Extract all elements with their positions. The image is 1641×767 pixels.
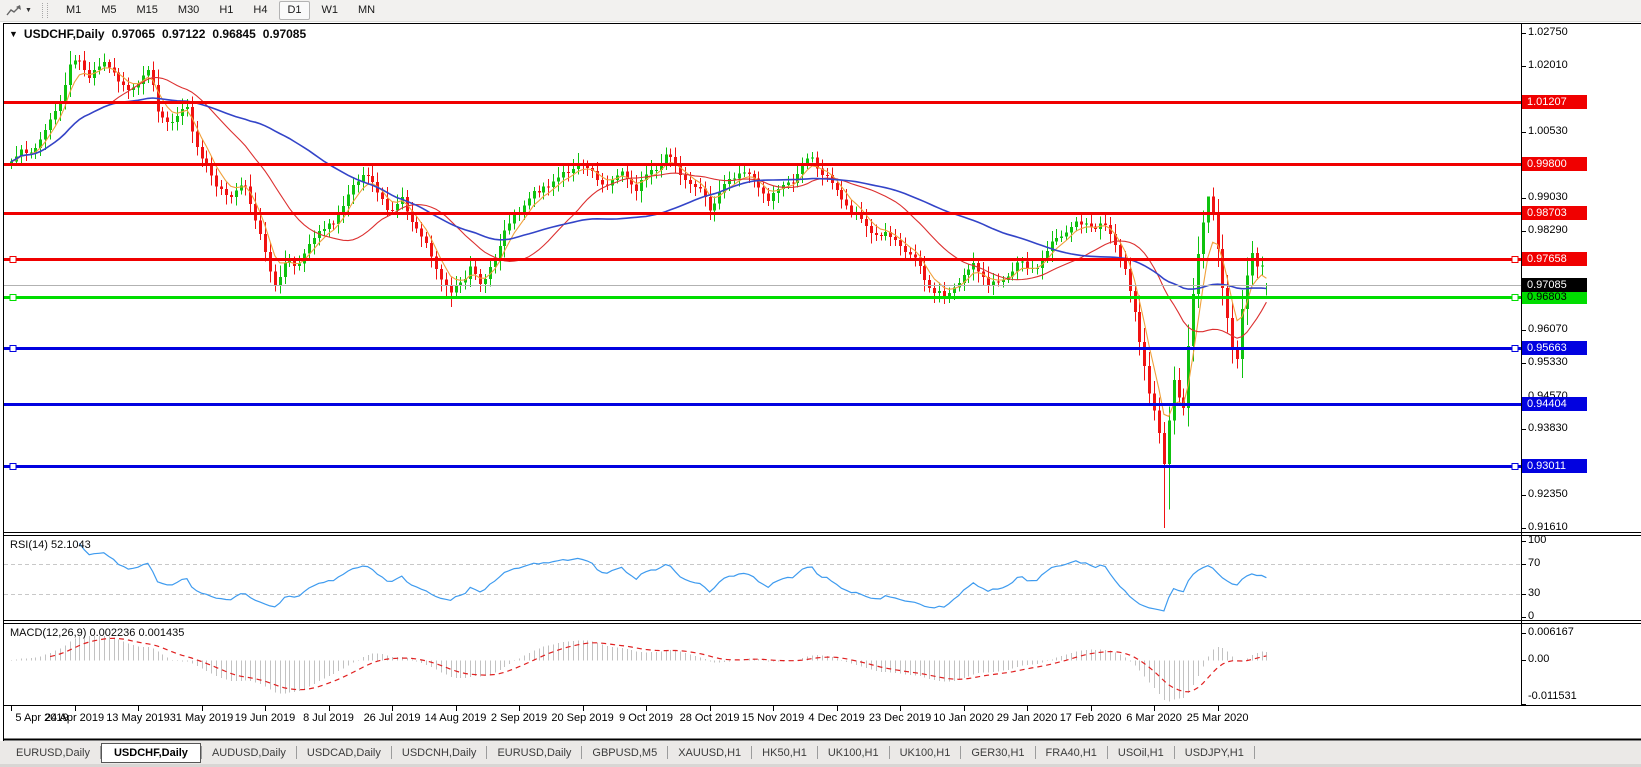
date-axis-label: 25 Mar 2020	[1178, 712, 1258, 724]
symbol-tab-GBPUSD-M5[interactable]: GBPUSD,M5	[582, 743, 667, 763]
price-axis-tick: 0.99030	[1528, 191, 1568, 204]
timeframe-button-M1[interactable]: M1	[58, 1, 89, 20]
current-price-label: 0.97085	[1522, 278, 1587, 292]
level-price-label: 0.96803	[1522, 290, 1587, 304]
timeframe-button-M30[interactable]: M30	[170, 1, 207, 20]
toolbar: ▼ M1M5 M15M30H1H4D1 W1MN	[0, 0, 1641, 22]
hline-handle[interactable]	[10, 464, 16, 470]
level-price-label: 0.93011	[1522, 459, 1587, 473]
price-axis-tick: 0.96070	[1528, 323, 1568, 336]
ohlc-high: 0.97122	[162, 27, 205, 41]
hline-handle[interactable]	[1512, 464, 1518, 470]
timeframe-buttons: M1M5 M15M30H1H4D1 W1MN	[56, 1, 385, 20]
price-axis-tick: 0.98290	[1528, 224, 1568, 237]
ohlc-open: 0.97065	[112, 27, 155, 41]
timeframe-button-MN[interactable]: MN	[350, 1, 383, 20]
rsi-label: RSI(14) 52.1043	[10, 539, 91, 551]
macd-name: MACD(12,26,9)	[10, 627, 86, 639]
cursor-tool-icon[interactable]	[3, 2, 25, 19]
rsi-axis-tick: 100	[1528, 534, 1546, 547]
symbol-tab-USDJPY-H1[interactable]: USDJPY,H1	[1175, 743, 1254, 763]
ma-line-5	[11, 68, 1266, 417]
symbol-tab-XAUUSD-H1[interactable]: XAUUSD,H1	[668, 743, 751, 763]
level-price-label: 0.97658	[1522, 252, 1587, 266]
timeframe-button-M15[interactable]: M15	[129, 1, 166, 20]
symbol-tab-UK100-H1[interactable]: UK100,H1	[818, 743, 889, 763]
symbol-tab-FRA40-H1[interactable]: FRA40,H1	[1036, 743, 1107, 763]
timeframe-button-M5[interactable]: M5	[93, 1, 124, 20]
price-axis-tick: 1.00530	[1528, 125, 1568, 138]
symbol-tab-AUDUSD-Daily[interactable]: AUDUSD,Daily	[202, 743, 296, 763]
hline-handle[interactable]	[1512, 346, 1518, 352]
macd-axis-tick: -0.011531	[1528, 690, 1577, 703]
symbol-tab-UK100-H1[interactable]: UK100,H1	[890, 743, 961, 763]
price-axis-tick: 0.92350	[1528, 488, 1568, 501]
symbol-tab-GER30-H1[interactable]: GER30,H1	[961, 743, 1034, 763]
macd-signal-line	[50, 638, 1266, 692]
timeframe-button-H1[interactable]: H1	[211, 1, 241, 20]
price-axis-tick: 1.02010	[1528, 59, 1568, 72]
cursor-tool-dropdown-icon[interactable]: ▼	[25, 7, 36, 14]
rsi-name: RSI(14)	[10, 539, 48, 551]
rsi-axis-tick: 30	[1528, 587, 1540, 600]
chart-symbol: USDCHF,Daily	[24, 27, 105, 41]
rsi-axis-tick: 70	[1528, 557, 1540, 570]
price-axis-tick: 0.91610	[1528, 521, 1568, 534]
price-axis-tick: 0.93830	[1528, 422, 1568, 435]
price-axis-tick: 0.95330	[1528, 356, 1568, 369]
hline-handle[interactable]	[10, 295, 16, 301]
macd-axis-tick: 0.006167	[1528, 626, 1574, 639]
symbol-tab-bar: EURUSD,DailyUSDCHF,DailyAUDUSD,DailyUSDC…	[0, 741, 1641, 764]
hline-handle[interactable]	[10, 257, 16, 263]
level-price-label: 1.01207	[1522, 95, 1587, 109]
symbol-tab-USOil-H1[interactable]: USOil,H1	[1108, 743, 1174, 763]
timeframe-button-W1[interactable]: W1	[314, 1, 347, 20]
symbol-tab-EURUSD-Daily[interactable]: EURUSD,Daily	[487, 743, 581, 763]
hline-handle[interactable]	[10, 346, 16, 352]
toolbar-grip	[42, 3, 48, 18]
timeframe-button-D1[interactable]: D1	[279, 1, 309, 20]
symbol-tab-HK50-H1[interactable]: HK50,H1	[752, 743, 817, 763]
rsi-value: 52.1043	[51, 539, 91, 551]
ohlc-low: 0.96845	[212, 27, 255, 41]
symbol-tab-USDCHF-Daily[interactable]: USDCHF,Daily	[101, 743, 201, 763]
rsi-line	[79, 543, 1266, 611]
price-axis-tick: 1.02750	[1528, 26, 1568, 39]
hline-handle[interactable]	[1512, 295, 1518, 301]
level-price-label: 0.94404	[1522, 397, 1587, 411]
macd-histogram	[12, 636, 1267, 702]
chart-canvas[interactable]	[0, 0, 1641, 767]
level-price-label: 0.98703	[1522, 206, 1587, 220]
chart-dropdown-icon[interactable]: ▼	[9, 29, 18, 39]
macd-label: MACD(12,26,9) 0.002236 0.001435	[10, 627, 184, 639]
ohlc-close: 0.97085	[263, 27, 306, 41]
rsi-axis-tick: 0	[1528, 610, 1534, 623]
symbol-tab-EURUSD-Daily[interactable]: EURUSD,Daily	[6, 743, 100, 763]
timeframe-button-H4[interactable]: H4	[245, 1, 275, 20]
candlestick-series	[10, 51, 1268, 528]
hline-handle[interactable]	[1512, 257, 1518, 263]
macd-signal-value: 0.001435	[138, 627, 184, 639]
symbol-tab-USDCNH-Daily[interactable]: USDCNH,Daily	[392, 743, 487, 763]
level-price-label: 0.99800	[1522, 157, 1587, 171]
macd-main-value: 0.002236	[89, 627, 135, 639]
chart-title[interactable]: ▼ USDCHF,Daily 0.97065 0.97122 0.96845 0…	[9, 27, 306, 41]
ma-line-21	[11, 78, 1266, 339]
macd-axis-tick: 0.00	[1528, 653, 1549, 666]
level-price-label: 0.95663	[1522, 341, 1587, 355]
symbol-tab-USDCAD-Daily[interactable]: USDCAD,Daily	[297, 743, 391, 763]
